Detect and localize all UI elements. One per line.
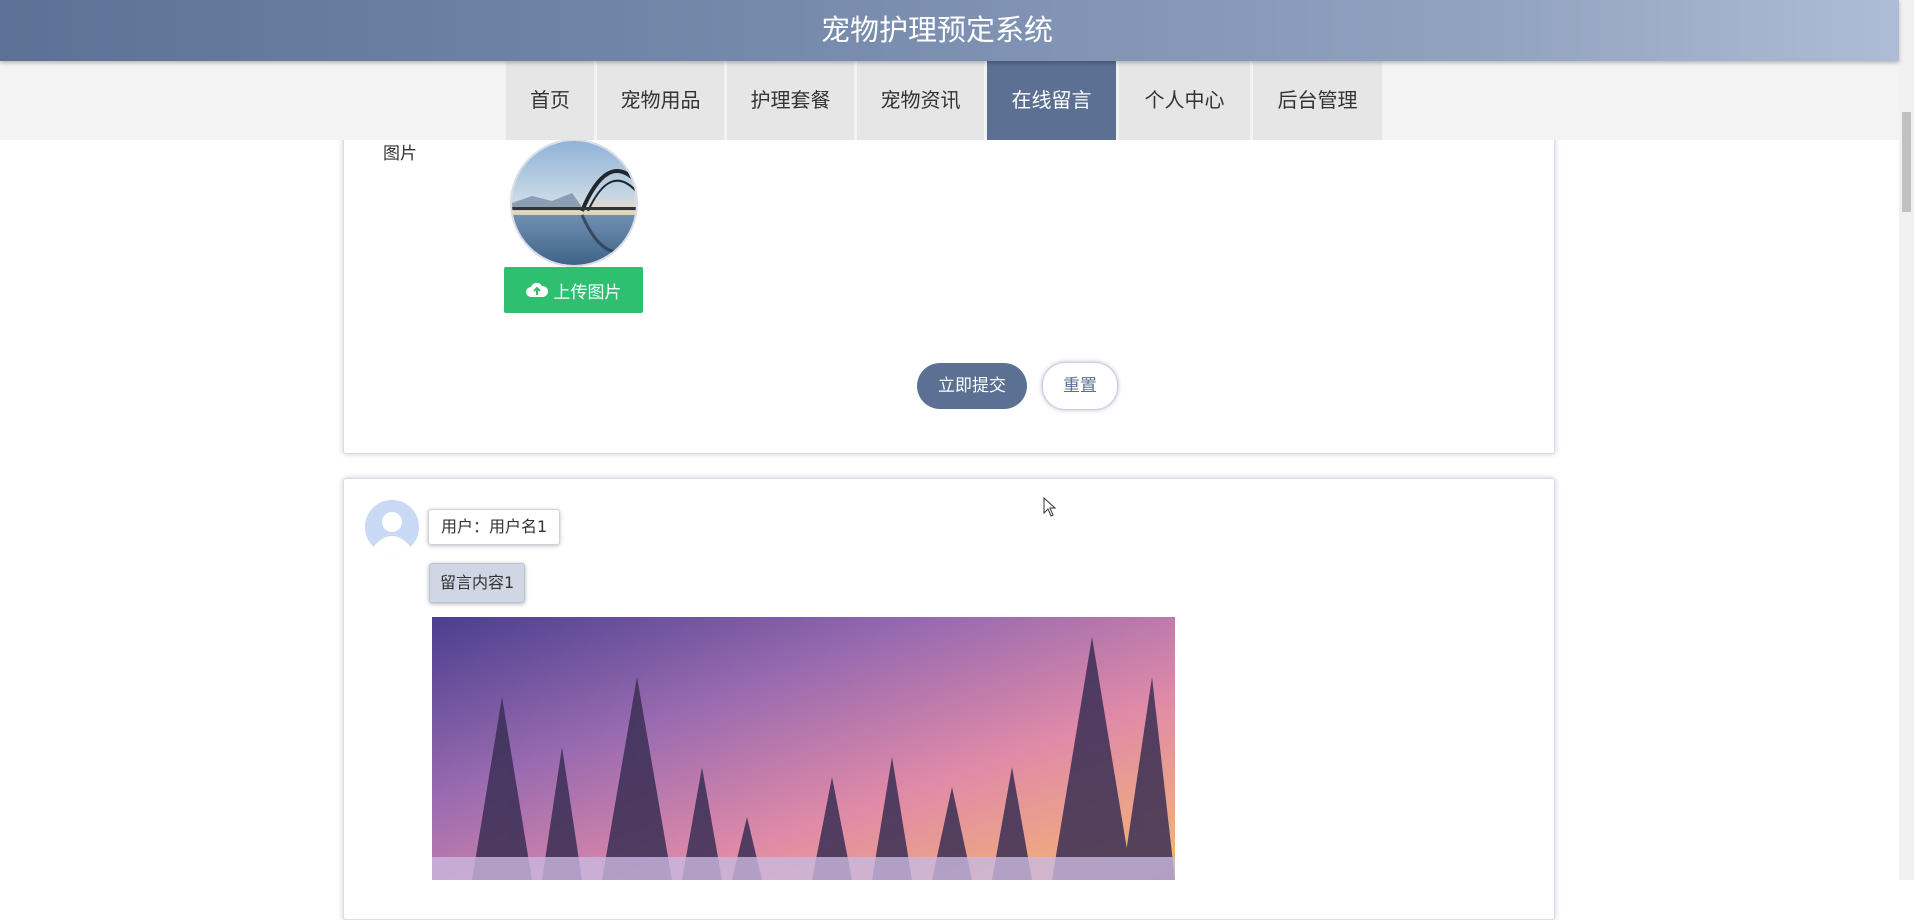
nav-home[interactable]: 首页	[506, 61, 594, 140]
image-field-label: 图片	[383, 144, 417, 164]
reset-button[interactable]: 重置	[1042, 362, 1118, 410]
header-bar: 宠物护理预定系统	[0, 0, 1899, 61]
uploaded-image-preview	[510, 139, 638, 267]
page-scrollbar[interactable]	[1899, 0, 1914, 880]
scrollbar-thumb[interactable]	[1902, 112, 1911, 212]
nav-menu: 首页 宠物用品 护理套餐 宠物资讯 在线留言 个人中心 后台管理	[506, 61, 1385, 140]
submit-button[interactable]: 立即提交	[917, 363, 1027, 409]
site-title: 宠物护理预定系统	[820, 13, 1053, 47]
upload-image-button[interactable]: 上传图片	[504, 267, 643, 313]
nav-care-packages[interactable]: 护理套餐	[727, 61, 854, 140]
cloud-upload-icon	[525, 282, 548, 297]
nav-admin[interactable]: 后台管理	[1253, 61, 1382, 140]
message-username: 用户：用户名1	[428, 509, 561, 545]
mouse-cursor-icon	[1043, 497, 1057, 517]
winter-forest-photo	[432, 617, 1175, 880]
nav-online-message[interactable]: 在线留言	[987, 61, 1116, 140]
nav-pet-supplies[interactable]: 宠物用品	[597, 61, 724, 140]
upload-button-label: 上传图片	[553, 282, 622, 302]
main-navigation: 首页 宠物用品 护理套餐 宠物资讯 在线留言 个人中心 后台管理	[0, 61, 1899, 140]
bridge-photo-image	[512, 141, 636, 265]
user-avatar	[365, 500, 419, 554]
message-content: 留言内容1	[429, 563, 526, 603]
nav-personal-center[interactable]: 个人中心	[1119, 61, 1250, 140]
nav-pet-news[interactable]: 宠物资讯	[857, 61, 984, 140]
user-silhouette-icon	[365, 500, 419, 554]
message-image	[432, 617, 1175, 880]
